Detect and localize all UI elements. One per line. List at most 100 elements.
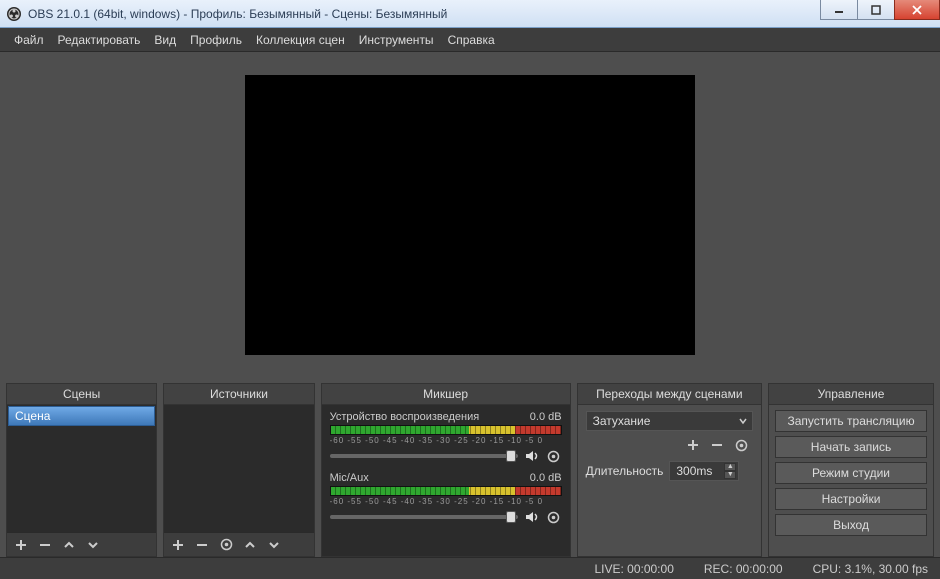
minimize-icon [834,5,844,15]
panel-mixer: Микшер Устройство воспроизведения 0.0 dB… [321,383,571,557]
status-cpu: CPU: 3.1%, 30.00 fps [813,562,928,576]
mixer-list: Устройство воспроизведения 0.0 dB -60 -5… [322,405,570,556]
mixer-volume-slider[interactable] [330,454,518,458]
remove-scene-button[interactable] [37,537,53,553]
settings-button[interactable]: Настройки [775,488,927,510]
source-up-button[interactable] [242,537,258,553]
mixer-settings-button[interactable] [546,509,562,525]
slider-thumb[interactable] [506,511,516,523]
add-scene-button[interactable] [13,537,29,553]
mixer-channel: Mic/Aux 0.0 dB -60 -55 -50 -45 -40 -35 -… [330,472,562,525]
speaker-icon [525,449,539,463]
scenes-list[interactable]: Сцена [7,405,156,532]
minus-icon [711,439,723,451]
maximize-button[interactable] [857,0,895,20]
status-rec: REC: 00:00:00 [704,562,783,576]
minus-icon [39,539,51,551]
remove-source-button[interactable] [194,537,210,553]
mixer-mute-button[interactable] [524,509,540,525]
menu-scene-collection[interactable]: Коллекция сцен [256,33,345,47]
panel-sources-header: Источники [164,384,313,405]
scene-item[interactable]: Сцена [8,406,155,426]
plus-icon [687,439,699,451]
gear-icon [547,511,560,524]
chevron-down-icon [268,539,280,551]
chevron-down-icon [738,416,748,426]
mixer-scale: -60 -55 -50 -45 -40 -35 -30 -25 -20 -15 … [330,497,562,506]
mixer-scale: -60 -55 -50 -45 -40 -35 -30 -25 -20 -15 … [330,436,562,445]
panel-scenes: Сцены Сцена [6,383,157,557]
obs-app-icon [6,6,22,22]
mixer-meter [330,486,562,496]
scene-down-button[interactable] [85,537,101,553]
chevron-down-icon [87,539,99,551]
mixer-volume-slider[interactable] [330,515,518,519]
mixer-channel-level: 0.0 dB [530,472,562,484]
transitions-body: Затухание Длительность 300ms ▲ ▼ [578,405,761,556]
chevron-up-icon [244,539,256,551]
maximize-icon [871,5,881,15]
spin-down-button[interactable]: ▼ [724,471,736,479]
plus-icon [172,539,184,551]
menu-edit[interactable]: Редактировать [58,33,141,47]
bottom-panels: Сцены Сцена Источники [0,377,940,557]
mixer-channel: Устройство воспроизведения 0.0 dB -60 -5… [330,411,562,464]
mixer-channel-level: 0.0 dB [530,411,562,423]
minus-icon [196,539,208,551]
transition-settings-button[interactable] [733,437,749,453]
window-title: OBS 21.0.1 (64bit, windows) - Профиль: Б… [28,7,447,21]
menu-bar: Файл Редактировать Вид Профиль Коллекция… [0,28,940,52]
panel-mixer-header: Микшер [322,384,570,405]
panel-transitions-header: Переходы между сценами [578,384,761,405]
close-icon [912,5,922,15]
gear-icon [220,538,233,551]
transition-duration-input[interactable]: 300ms ▲ ▼ [669,461,739,481]
panel-sources: Источники [163,383,314,557]
scenes-toolbar [7,532,156,556]
transition-selected-value: Затухание [593,414,651,428]
menu-view[interactable]: Вид [154,33,176,47]
add-source-button[interactable] [170,537,186,553]
slider-thumb[interactable] [506,450,516,462]
mixer-settings-button[interactable] [546,448,562,464]
duration-label: Длительность [586,464,664,478]
mixer-meter [330,425,562,435]
chevron-up-icon [63,539,75,551]
add-transition-button[interactable] [685,437,701,453]
preview-area [0,52,940,377]
sources-toolbar [164,532,313,556]
status-live: LIVE: 00:00:00 [594,562,673,576]
panel-controls: Управление Запустить трансляцию Начать з… [768,383,934,557]
menu-profile[interactable]: Профиль [190,33,242,47]
gear-icon [547,450,560,463]
speaker-icon [525,510,539,524]
start-recording-button[interactable]: Начать запись [775,436,927,458]
transition-select[interactable]: Затухание [586,411,753,431]
preview-canvas[interactable] [245,75,695,355]
window-titlebar[interactable]: OBS 21.0.1 (64bit, windows) - Профиль: Б… [0,0,940,28]
menu-tools[interactable]: Инструменты [359,33,434,47]
status-bar: LIVE: 00:00:00 REC: 00:00:00 CPU: 3.1%, … [0,557,940,579]
source-settings-button[interactable] [218,537,234,553]
close-button[interactable] [894,0,940,20]
panel-scenes-header: Сцены [7,384,156,405]
scene-up-button[interactable] [61,537,77,553]
menu-file[interactable]: Файл [14,33,44,47]
start-streaming-button[interactable]: Запустить трансляцию [775,410,927,432]
spin-up-button[interactable]: ▲ [724,463,736,471]
exit-button[interactable]: Выход [775,514,927,536]
remove-transition-button[interactable] [709,437,725,453]
gear-icon [735,439,748,452]
sources-list[interactable] [164,405,313,532]
controls-body: Запустить трансляцию Начать запись Режим… [769,405,933,556]
panel-controls-header: Управление [769,384,933,405]
panel-transitions: Переходы между сценами Затухание Длитель… [577,383,762,557]
plus-icon [15,539,27,551]
mixer-channel-name: Устройство воспроизведения [330,411,480,423]
menu-help[interactable]: Справка [448,33,495,47]
source-down-button[interactable] [266,537,282,553]
mixer-mute-button[interactable] [524,448,540,464]
minimize-button[interactable] [820,0,858,20]
studio-mode-button[interactable]: Режим студии [775,462,927,484]
duration-value: 300ms [676,464,712,478]
